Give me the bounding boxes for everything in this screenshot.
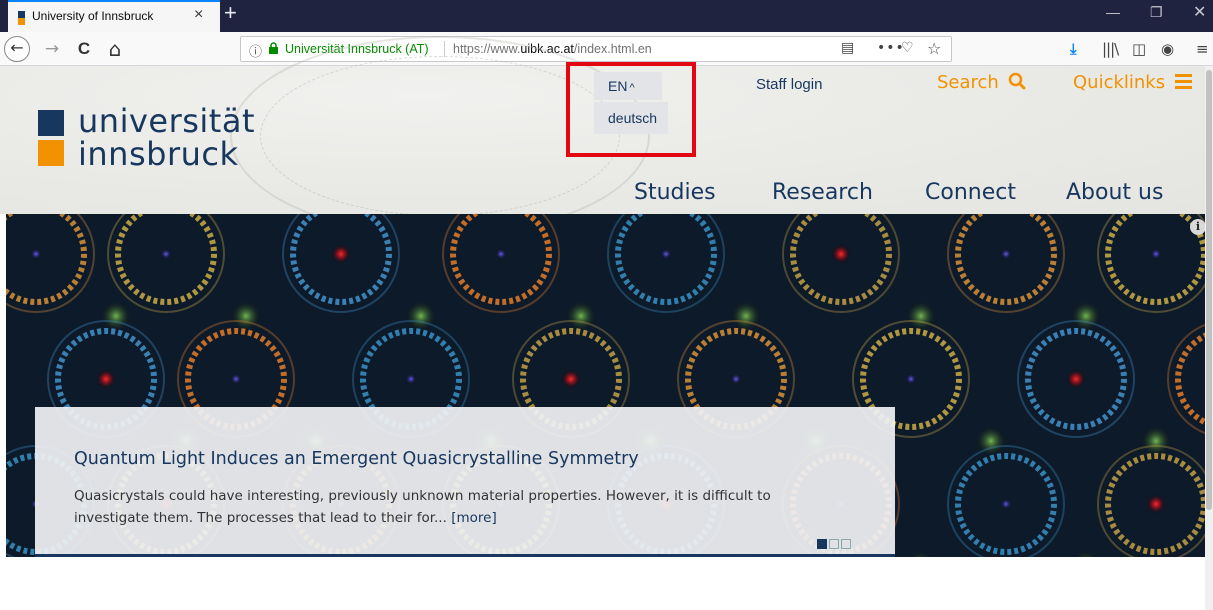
highlight-box bbox=[566, 62, 696, 157]
home-button[interactable]: ⌂ bbox=[104, 37, 126, 61]
pocket-icon[interactable]: ♡ bbox=[901, 40, 914, 56]
hamburger-icon bbox=[1174, 74, 1192, 89]
browser-tab[interactable]: University of Innsbruck × bbox=[8, 0, 220, 32]
nav-about-us[interactable]: About us bbox=[1066, 180, 1163, 205]
logo-square-blue[interactable] bbox=[38, 110, 64, 136]
download-icon[interactable]: ⤓ bbox=[1070, 40, 1077, 58]
site-header: universität innsbruck EN ^ deutsch Staff … bbox=[0, 36, 1205, 236]
slide-dot-3[interactable] bbox=[841, 539, 851, 549]
reader-view-icon[interactable]: ▤ bbox=[841, 40, 854, 56]
web-page: universität innsbruck EN ^ deutsch Staff … bbox=[0, 36, 1213, 610]
reload-button[interactable]: C bbox=[74, 37, 94, 61]
window-close-icon[interactable]: ✕ bbox=[1193, 2, 1206, 22]
restore-icon[interactable]: ❐ bbox=[1150, 4, 1163, 21]
nav-connect[interactable]: Connect bbox=[925, 180, 1016, 205]
hero-slider[interactable]: i Quantum Light Induces an Emergent Quas… bbox=[6, 214, 1205, 557]
nav-research[interactable]: Research bbox=[772, 180, 873, 205]
menu-icon[interactable]: ≡ bbox=[1196, 40, 1209, 58]
sidebar-icon[interactable]: ◫ bbox=[1132, 40, 1146, 58]
new-tab-button[interactable]: + bbox=[224, 0, 237, 26]
hero-bottom-line bbox=[35, 554, 895, 557]
scrollbar-thumb[interactable] bbox=[1206, 70, 1212, 510]
hero-text: Quasicrystals could have interesting, pr… bbox=[74, 488, 771, 526]
account-icon[interactable]: ◉ bbox=[1161, 40, 1174, 58]
hero-caption: Quantum Light Induces an Emergent Quasic… bbox=[35, 407, 895, 557]
browser-nav-bar: ← → C ⌂ ⓘ Universität Innsbruck (AT) htt… bbox=[0, 32, 1213, 66]
tab-favicon-icon bbox=[18, 11, 25, 25]
forward-button[interactable]: → bbox=[42, 37, 62, 61]
staff-login-link[interactable]: Staff login bbox=[756, 76, 822, 93]
tab-close-icon[interactable]: × bbox=[194, 6, 203, 24]
nav-studies[interactable]: Studies bbox=[634, 180, 716, 205]
image-info-icon[interactable]: i bbox=[1190, 219, 1205, 235]
search-icon bbox=[1008, 72, 1026, 90]
tab-title: University of Innsbruck bbox=[32, 9, 154, 23]
bookmark-star-icon[interactable]: ☆ bbox=[927, 39, 941, 58]
search-button[interactable]: Search bbox=[937, 72, 1026, 93]
browser-title-bar: University of Innsbruck × + — ❐ ✕ bbox=[0, 0, 1213, 32]
lock-icon bbox=[269, 42, 278, 54]
minimize-icon[interactable]: — bbox=[1106, 4, 1120, 20]
slide-dot-1[interactable] bbox=[817, 539, 827, 549]
library-icon[interactable]: |||\ bbox=[1102, 40, 1119, 58]
slide-indicators bbox=[817, 534, 853, 553]
back-button[interactable]: ← bbox=[4, 36, 30, 62]
more-link[interactable]: [more] bbox=[451, 510, 497, 526]
logo-square-orange[interactable] bbox=[38, 140, 64, 166]
info-icon[interactable]: ⓘ bbox=[249, 41, 262, 60]
logo-text-line2[interactable]: innsbruck bbox=[78, 135, 239, 173]
quicklinks-button[interactable]: Quicklinks bbox=[1073, 72, 1192, 93]
hero-title[interactable]: Quantum Light Induces an Emergent Quasic… bbox=[74, 449, 639, 469]
slide-dot-2[interactable] bbox=[829, 539, 839, 549]
